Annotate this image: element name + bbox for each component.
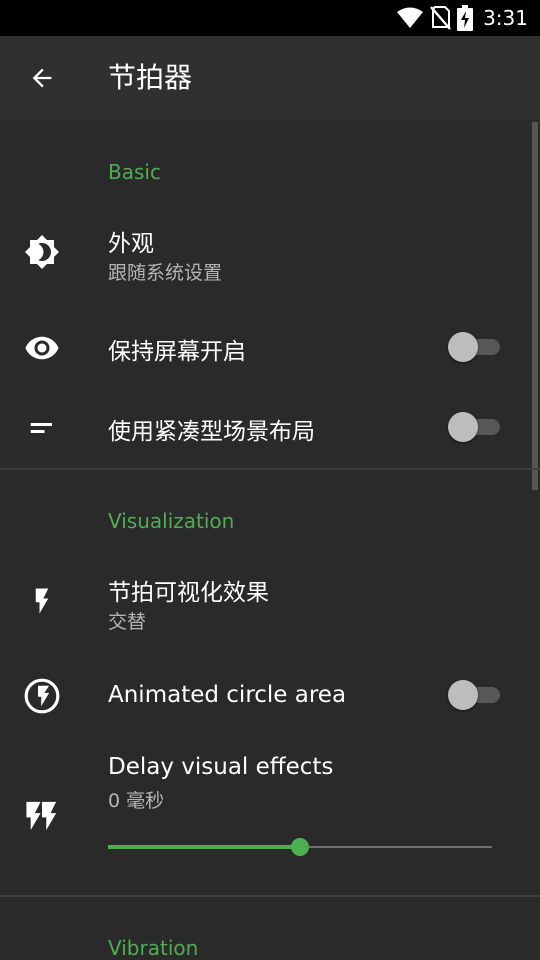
keep-screen-on-switch[interactable]: [448, 332, 502, 362]
double-flash-icon: [20, 794, 64, 838]
compact-landscape-switch[interactable]: [448, 412, 502, 442]
status-time: 3:31: [483, 6, 528, 30]
status-bar: 3:31: [0, 0, 540, 36]
setting-animated-circle-title: Animated circle area: [108, 682, 347, 708]
app-bar: 节拍器: [0, 36, 540, 120]
eye-icon: [20, 326, 64, 370]
wifi-icon: [397, 7, 424, 28]
switch-thumb: [448, 332, 478, 362]
section-header-vibration: Vibration: [108, 936, 199, 960]
section-divider: [0, 468, 540, 470]
status-icons: 3:31: [397, 0, 528, 36]
flash-circle-icon: [20, 674, 64, 718]
setting-compact-landscape[interactable]: 使用紧凑型场景布局: [0, 396, 540, 460]
setting-delay-visual[interactable]: Delay visual effects 0 毫秒: [0, 746, 540, 866]
switch-thumb: [448, 412, 478, 442]
setting-beat-visual-title: 节拍可视化效果: [108, 580, 269, 606]
animated-circle-switch[interactable]: [448, 680, 502, 710]
arrow-back-icon: [32, 68, 52, 88]
setting-appearance[interactable]: 外观 跟随系统设置: [0, 212, 540, 292]
flash-icon: [20, 579, 64, 623]
setting-beat-visual[interactable]: 节拍可视化效果 交替: [0, 561, 540, 641]
page-title: 节拍器: [108, 61, 193, 94]
settings-list[interactable]: Basic 外观 跟随系统设置 保持屏幕开启 使用紧凑型场景布局 Visuali…: [0, 120, 540, 960]
setting-delay-visual-subtitle: 0 毫秒: [108, 790, 165, 812]
setting-compact-landscape-title: 使用紧凑型场景布局: [108, 419, 315, 445]
section-header-visualization: Visualization: [108, 509, 235, 533]
setting-appearance-title: 外观: [108, 231, 154, 257]
setting-keep-screen-on-title: 保持屏幕开启: [108, 339, 246, 365]
setting-delay-visual-title: Delay visual effects: [108, 754, 334, 780]
setting-keep-screen-on[interactable]: 保持屏幕开启: [0, 316, 540, 380]
switch-thumb: [448, 680, 478, 710]
brightness-icon: [20, 230, 64, 274]
setting-beat-visual-subtitle: 交替: [108, 611, 147, 633]
short-text-icon: [20, 406, 64, 450]
section-divider: [0, 895, 540, 897]
battery-charging-icon: [457, 5, 474, 31]
back-button[interactable]: [20, 56, 64, 100]
no-sim-icon: [430, 6, 451, 30]
setting-appearance-subtitle: 跟随系统设置: [108, 262, 223, 284]
setting-animated-circle[interactable]: Animated circle area: [0, 664, 540, 728]
slider-thumb[interactable]: [291, 838, 309, 856]
section-header-basic: Basic: [108, 160, 161, 184]
delay-slider[interactable]: [108, 835, 492, 859]
slider-fill: [108, 845, 300, 849]
